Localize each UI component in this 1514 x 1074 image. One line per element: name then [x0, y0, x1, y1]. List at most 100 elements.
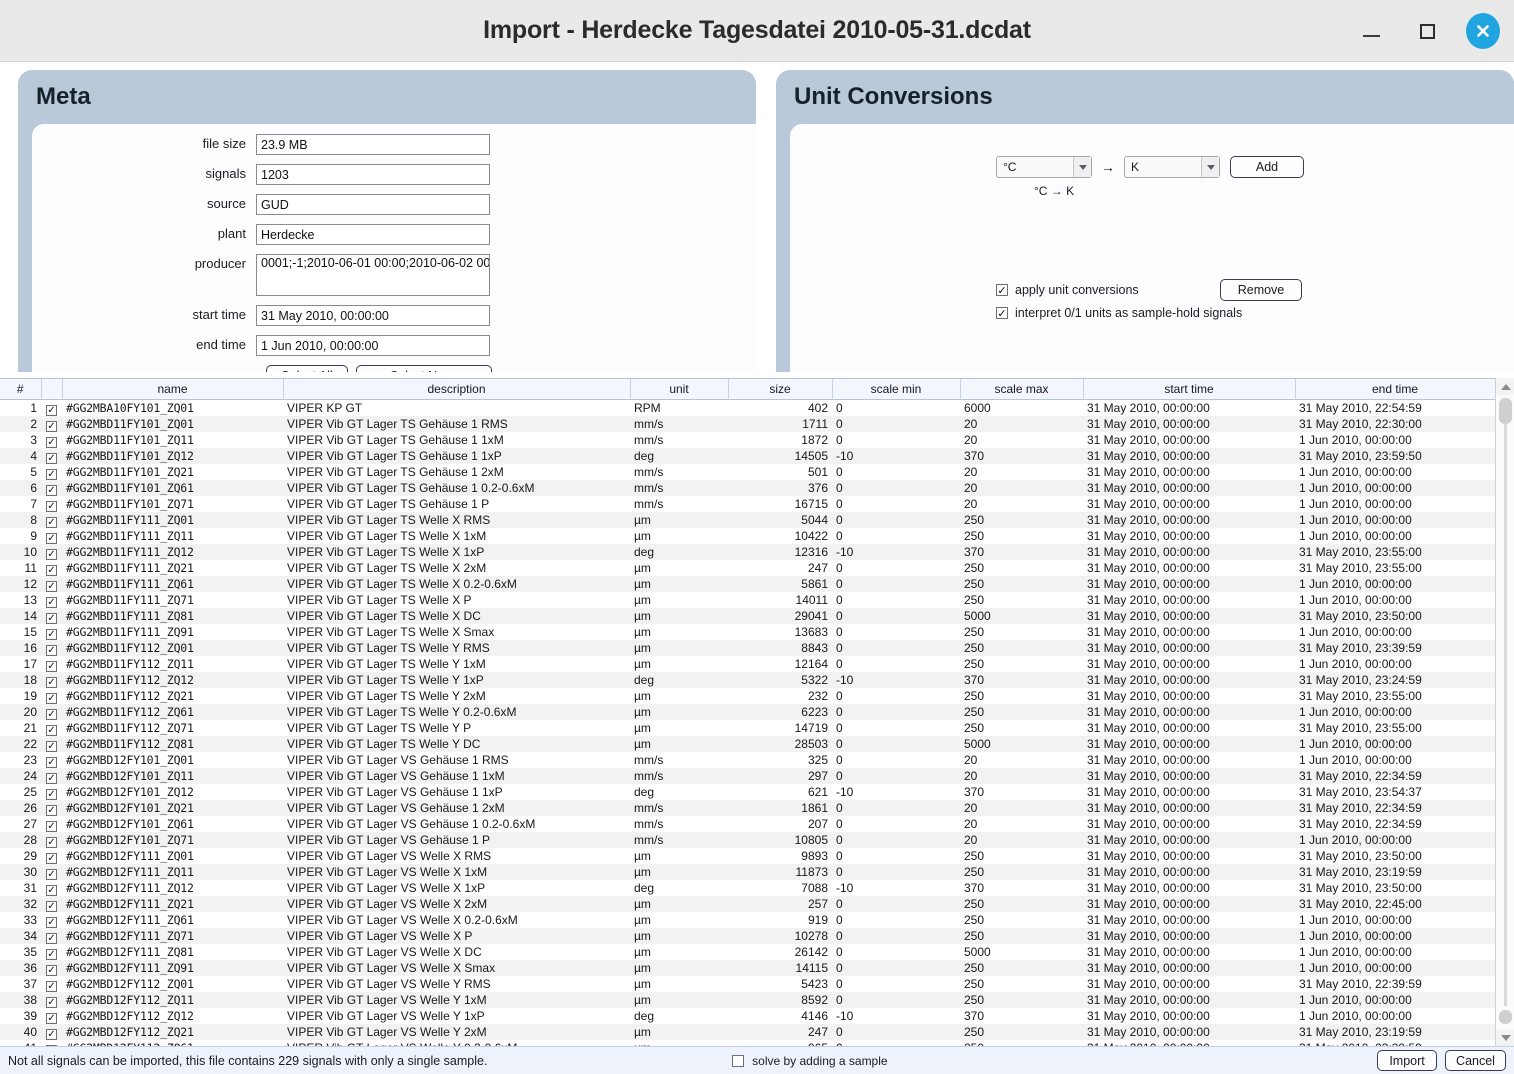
apply-unit-conversions-checkbox[interactable]: ✓	[996, 284, 1008, 296]
table-row[interactable]: 33 ✓ #GG2MBD12FY111_ZQ61 VIPER Vib GT Lager…	[0, 911, 1495, 928]
solve-by-adding-sample-checkbox[interactable]	[732, 1054, 745, 1067]
table-row[interactable]: 17 ✓ #GG2MBD11FY112_ZQ11 VIPER Vib GT Lager…	[0, 655, 1495, 672]
scrollbar-thumb[interactable]	[1499, 398, 1512, 424]
table-row[interactable]: 1 ✓ #GG2MBA10FY101_ZQ01 VIPER KP GT RPM 402 0 6…	[0, 399, 1495, 416]
cell-checkbox[interactable]: ✓	[41, 431, 62, 448]
cell-checkbox[interactable]: ✓	[41, 863, 62, 880]
row-select-checkbox[interactable]: ✓	[46, 996, 57, 1008]
row-select-checkbox[interactable]: ✓	[46, 516, 57, 528]
table-row[interactable]: 4 ✓ #GG2MBD11FY101_ZQ12 VIPER Vib GT Lager …	[0, 447, 1495, 464]
row-select-checkbox[interactable]: ✓	[46, 980, 57, 992]
remove-conversion-button[interactable]: Remove	[1220, 279, 1302, 301]
cell-checkbox[interactable]: ✓	[41, 575, 62, 592]
cell-checkbox[interactable]: ✓	[41, 767, 62, 784]
scroll-down-arrow-icon[interactable]	[1496, 1029, 1514, 1046]
cell-checkbox[interactable]: ✓	[41, 671, 62, 688]
cell-checkbox[interactable]: ✓	[41, 543, 62, 560]
cell-checkbox[interactable]: ✓	[41, 415, 62, 432]
table-row[interactable]: 9 ✓ #GG2MBD11FY111_ZQ11 VIPER Vib GT Lager …	[0, 527, 1495, 544]
cell-checkbox[interactable]: ✓	[41, 879, 62, 896]
cell-checkbox[interactable]: ✓	[41, 527, 62, 544]
select-all-button[interactable]: Select All	[266, 365, 348, 372]
row-select-checkbox[interactable]: ✓	[46, 932, 57, 944]
cell-checkbox[interactable]: ✓	[41, 511, 62, 528]
cell-checkbox[interactable]: ✓	[41, 847, 62, 864]
table-row[interactable]: 25 ✓ #GG2MBD12FY101_ZQ12 VIPER Vib GT Lager…	[0, 783, 1495, 800]
scrollbar-thumb-secondary[interactable]	[1499, 1010, 1512, 1024]
table-row[interactable]: 38 ✓ #GG2MBD12FY112_ZQ11 VIPER Vib GT Lager…	[0, 991, 1495, 1008]
plant-input[interactable]	[256, 224, 490, 245]
cell-checkbox[interactable]: ✓	[41, 1007, 62, 1024]
table-row[interactable]: 23 ✓ #GG2MBD12FY101_ZQ01 VIPER Vib GT Lager…	[0, 751, 1495, 768]
column-header-unit[interactable]: unit	[630, 379, 729, 400]
table-row[interactable]: 5 ✓ #GG2MBD11FY101_ZQ21 VIPER Vib GT Lager …	[0, 463, 1495, 480]
table-row[interactable]: 3 ✓ #GG2MBD11FY101_ZQ11 VIPER Vib GT Lager …	[0, 431, 1495, 448]
row-select-checkbox[interactable]: ✓	[46, 532, 57, 544]
table-row[interactable]: 11 ✓ #GG2MBD11FY111_ZQ21 VIPER Vib GT Lager…	[0, 559, 1495, 576]
signals-table-container[interactable]: # name description unit size scale min s…	[0, 378, 1514, 1046]
row-select-checkbox[interactable]: ✓	[46, 772, 57, 784]
close-button[interactable]	[1466, 13, 1500, 49]
cell-checkbox[interactable]: ✓	[41, 607, 62, 624]
table-row[interactable]: 2 ✓ #GG2MBD11FY101_ZQ01 VIPER Vib GT Lager …	[0, 415, 1495, 432]
table-row[interactable]: 29 ✓ #GG2MBD12FY111_ZQ01 VIPER Vib GT Lager…	[0, 847, 1495, 864]
cell-checkbox[interactable]: ✓	[41, 479, 62, 496]
row-select-checkbox[interactable]: ✓	[46, 660, 57, 672]
scroll-up-arrow-icon[interactable]	[1496, 378, 1514, 395]
table-row[interactable]: 19 ✓ #GG2MBD11FY112_ZQ21 VIPER Vib GT Lager…	[0, 687, 1495, 704]
row-select-checkbox[interactable]: ✓	[46, 692, 57, 704]
row-select-checkbox[interactable]: ✓	[46, 612, 57, 624]
table-row[interactable]: 26 ✓ #GG2MBD12FY101_ZQ21 VIPER Vib GT Lager…	[0, 799, 1495, 816]
table-row[interactable]: 10 ✓ #GG2MBD11FY111_ZQ12 VIPER Vib GT Lager…	[0, 543, 1495, 560]
cell-checkbox[interactable]: ✓	[41, 719, 62, 736]
table-row[interactable]: 36 ✓ #GG2MBD12FY111_ZQ91 VIPER Vib GT Lager…	[0, 959, 1495, 976]
table-row[interactable]: 15 ✓ #GG2MBD11FY111_ZQ91 VIPER Vib GT Lager…	[0, 623, 1495, 640]
signals-input[interactable]	[256, 164, 490, 185]
cell-checkbox[interactable]: ✓	[41, 927, 62, 944]
cell-checkbox[interactable]: ✓	[41, 799, 62, 816]
table-row[interactable]: 30 ✓ #GG2MBD12FY111_ZQ11 VIPER Vib GT Lager…	[0, 863, 1495, 880]
list-item[interactable]: °C → K	[996, 184, 1302, 198]
column-header-index[interactable]: #	[0, 379, 42, 400]
row-select-checkbox[interactable]: ✓	[46, 708, 57, 720]
table-row[interactable]: 21 ✓ #GG2MBD11FY112_ZQ71 VIPER Vib GT Lager…	[0, 719, 1495, 736]
row-select-checkbox[interactable]: ✓	[46, 580, 57, 592]
source-input[interactable]	[256, 194, 490, 215]
cell-checkbox[interactable]: ✓	[41, 815, 62, 832]
maximize-button[interactable]	[1410, 14, 1444, 48]
start-time-input[interactable]	[256, 305, 490, 326]
table-row[interactable]: 37 ✓ #GG2MBD12FY112_ZQ01 VIPER Vib GT Lager…	[0, 975, 1495, 992]
cell-checkbox[interactable]: ✓	[41, 559, 62, 576]
row-select-checkbox[interactable]: ✓	[46, 628, 57, 640]
table-row[interactable]: 13 ✓ #GG2MBD11FY111_ZQ71 VIPER Vib GT Lager…	[0, 591, 1495, 608]
row-select-checkbox[interactable]: ✓	[46, 500, 57, 512]
cell-checkbox[interactable]: ✓	[41, 399, 62, 416]
row-select-checkbox[interactable]: ✓	[46, 964, 57, 976]
table-row[interactable]: 14 ✓ #GG2MBD11FY111_ZQ81 VIPER Vib GT Lager…	[0, 607, 1495, 624]
cell-checkbox[interactable]: ✓	[41, 655, 62, 672]
cell-checkbox[interactable]: ✓	[41, 687, 62, 704]
from-unit-select[interactable]: °C	[996, 156, 1092, 178]
row-select-checkbox[interactable]: ✓	[46, 788, 57, 800]
table-row[interactable]: 39 ✓ #GG2MBD12FY112_ZQ12 VIPER Vib GT Lager…	[0, 1007, 1495, 1024]
row-select-checkbox[interactable]: ✓	[46, 1012, 57, 1024]
row-select-checkbox[interactable]: ✓	[46, 900, 57, 912]
table-row[interactable]: 34 ✓ #GG2MBD12FY111_ZQ71 VIPER Vib GT Lager…	[0, 927, 1495, 944]
column-header-start-time[interactable]: start time	[1083, 379, 1296, 400]
cell-checkbox[interactable]: ✓	[41, 1023, 62, 1040]
cell-checkbox[interactable]: ✓	[41, 495, 62, 512]
minimize-button[interactable]	[1354, 14, 1388, 48]
row-select-checkbox[interactable]: ✓	[46, 884, 57, 896]
cell-checkbox[interactable]: ✓	[41, 911, 62, 928]
interpret-sample-hold-checkbox[interactable]: ✓	[996, 307, 1008, 319]
cell-checkbox[interactable]: ✓	[41, 751, 62, 768]
row-select-checkbox[interactable]: ✓	[46, 676, 57, 688]
table-row[interactable]: 27 ✓ #GG2MBD12FY101_ZQ61 VIPER Vib GT Lager…	[0, 815, 1495, 832]
table-row[interactable]: 20 ✓ #GG2MBD11FY112_ZQ61 VIPER Vib GT Lager…	[0, 703, 1495, 720]
row-select-checkbox[interactable]: ✓	[46, 548, 57, 560]
file-size-input[interactable]	[256, 134, 490, 155]
cell-checkbox[interactable]: ✓	[41, 975, 62, 992]
cell-checkbox[interactable]: ✓	[41, 703, 62, 720]
row-select-checkbox[interactable]: ✓	[46, 916, 57, 928]
row-select-checkbox[interactable]: ✓	[46, 420, 57, 432]
